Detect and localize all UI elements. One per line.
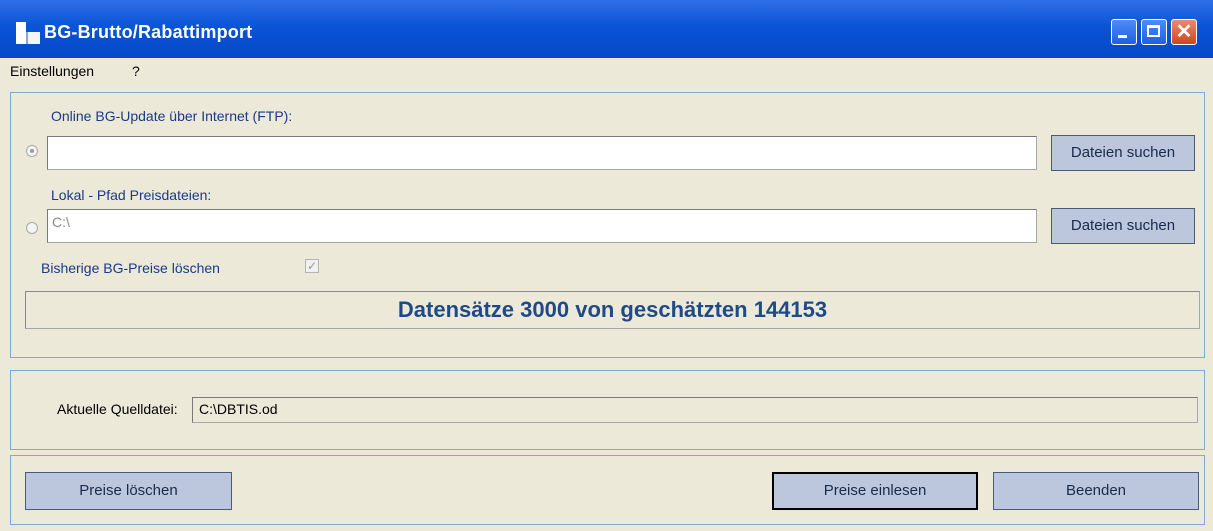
- progress-status-text: Datensätze 3000 von geschätzten 144153: [397, 297, 828, 322]
- check-icon: ✓: [306, 259, 318, 273]
- close-button[interactable]: ✕: [1171, 19, 1197, 45]
- menu-help[interactable]: ?: [132, 63, 140, 79]
- current-source-label: Aktuelle Quelldatei:: [57, 401, 178, 417]
- online-search-files-button[interactable]: Dateien suchen: [1051, 135, 1195, 171]
- maximize-icon: [1147, 25, 1160, 37]
- window-title: BG-Brutto/Rabattimport: [44, 22, 253, 42]
- online-update-label: Online BG-Update über Internet (FTP):: [51, 108, 293, 124]
- local-path-input[interactable]: C:\: [47, 209, 1037, 243]
- minimize-button[interactable]: [1111, 19, 1137, 45]
- current-source-field: C:\DBTIS.od: [192, 397, 1198, 423]
- import-prices-button[interactable]: Preise einlesen: [772, 472, 978, 510]
- maximize-button[interactable]: [1141, 19, 1167, 45]
- local-path-label: Lokal - Pfad Preisdateien:: [51, 187, 212, 203]
- online-update-input[interactable]: [47, 136, 1037, 170]
- close-icon: ✕: [1175, 21, 1193, 43]
- menu-bar: Einstellungen ?: [0, 58, 1213, 86]
- action-panel: Preise löschen Preise einlesen Beenden: [10, 455, 1205, 525]
- local-path-radio[interactable]: [26, 222, 38, 234]
- menu-einstellungen[interactable]: Einstellungen: [10, 63, 94, 79]
- delete-existing-prices-label: Bisherige BG-Preise löschen: [41, 260, 220, 276]
- quit-button[interactable]: Beenden: [993, 472, 1199, 510]
- online-update-radio[interactable]: [26, 145, 38, 157]
- delete-existing-prices-checkbox[interactable]: ✓: [305, 259, 319, 273]
- title-bar[interactable]: BG-Brutto/Rabattimport ✕: [0, 0, 1213, 58]
- local-search-files-button[interactable]: Dateien suchen: [1051, 208, 1195, 244]
- delete-prices-button[interactable]: Preise löschen: [25, 472, 232, 510]
- import-source-panel: Online BG-Update über Internet (FTP): Da…: [10, 92, 1205, 358]
- radio-selected-dot: [30, 149, 34, 153]
- minimize-icon: [1118, 35, 1127, 38]
- current-source-panel: Aktuelle Quelldatei: C:\DBTIS.od: [10, 370, 1205, 450]
- progress-status-box: Datensätze 3000 von geschätzten 144153: [25, 291, 1200, 329]
- app-icon: [16, 22, 40, 44]
